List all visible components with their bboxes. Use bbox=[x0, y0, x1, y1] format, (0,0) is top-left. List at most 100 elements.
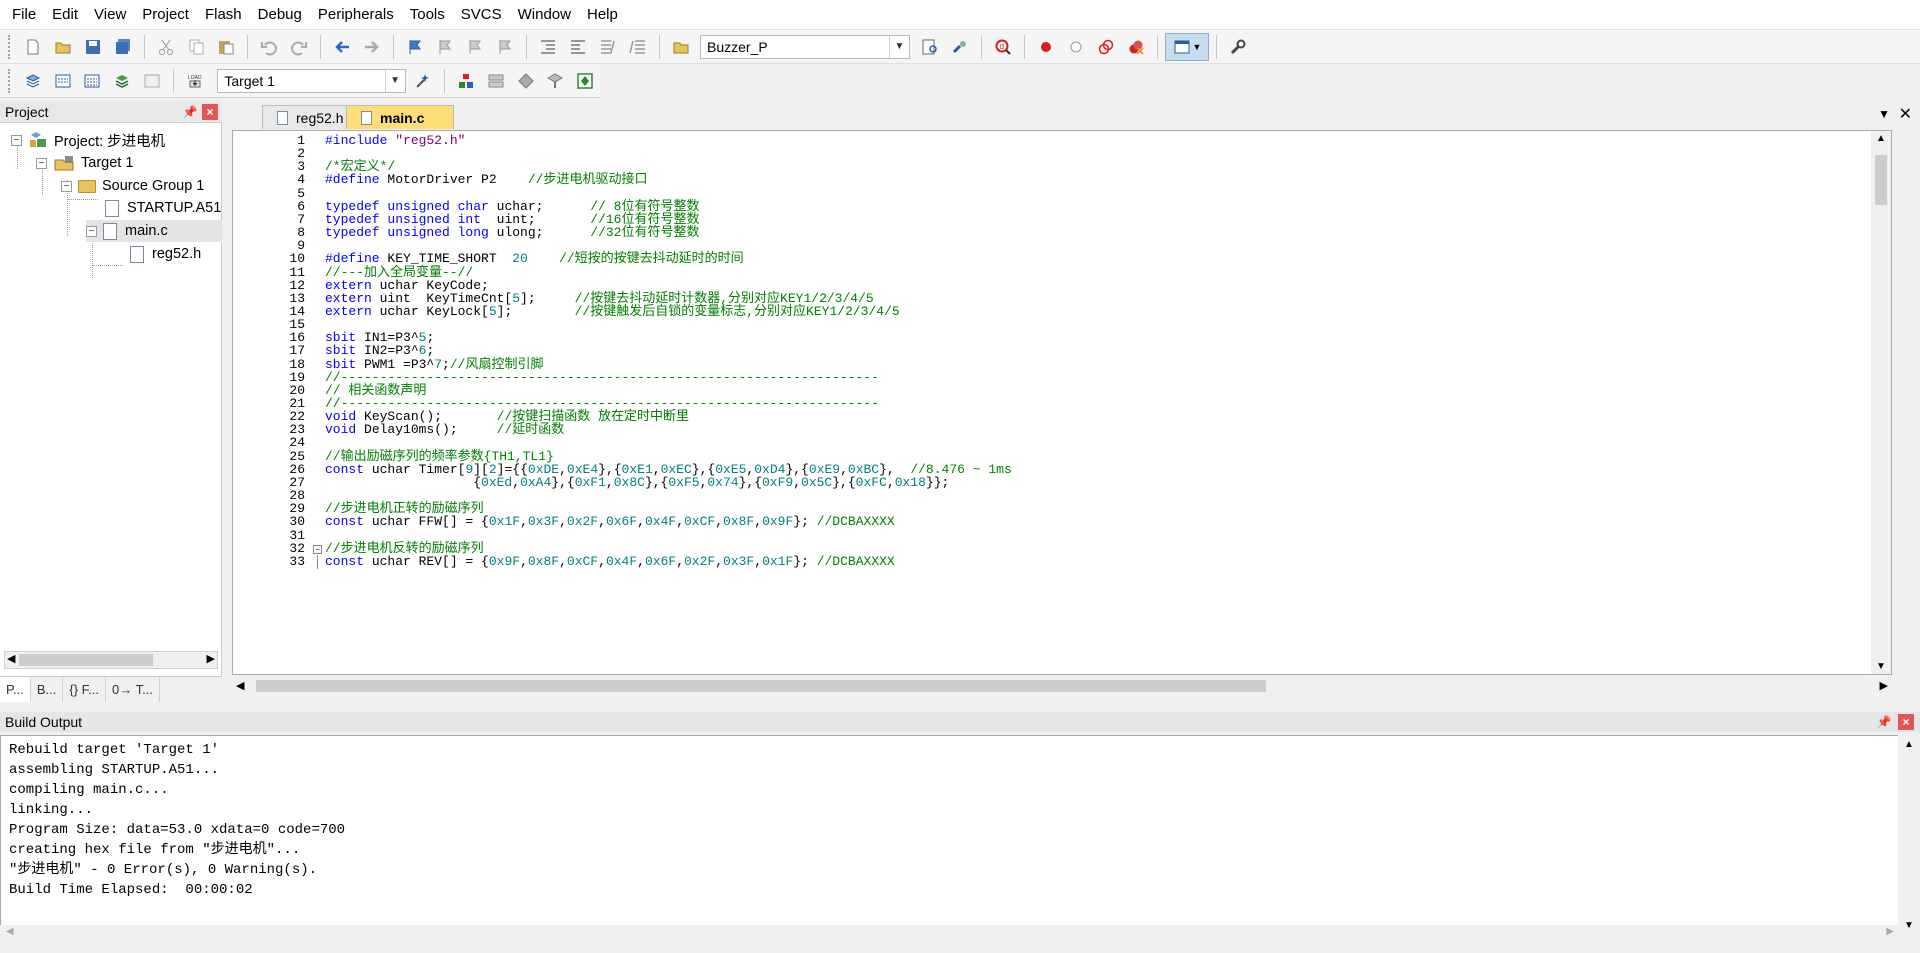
code-line[interactable]: void KeyScan(); //按键扫描函数 放在定时中断里 bbox=[325, 410, 689, 423]
code-line[interactable]: extern uchar KeyCode; bbox=[325, 279, 489, 292]
indent-icon[interactable] bbox=[534, 33, 562, 61]
fold-icon[interactable]: − bbox=[313, 545, 322, 554]
tab-functions[interactable]: {} F... bbox=[63, 677, 106, 702]
scroll-up-icon[interactable]: ▲ bbox=[1876, 133, 1886, 144]
menu-help[interactable]: Help bbox=[579, 0, 626, 30]
pin-icon[interactable]: 📌 bbox=[182, 104, 198, 120]
next-bookmark-icon[interactable] bbox=[461, 33, 489, 61]
uncomment-icon[interactable] bbox=[624, 33, 652, 61]
find-in-files-icon[interactable] bbox=[667, 33, 695, 61]
tree-item-target[interactable]: − Target 1 bbox=[36, 152, 133, 174]
open-folder-icon[interactable] bbox=[49, 33, 77, 61]
kill-all-breakpoints-icon[interactable] bbox=[1122, 33, 1150, 61]
code-line[interactable]: {0xEd,0xA4},{0xF1,0x8C},{0xF5,0x74},{0xF… bbox=[325, 476, 949, 489]
save-icon[interactable] bbox=[79, 33, 107, 61]
code-line[interactable]: const uchar FFW[] = {0x1F,0x3F,0x2F,0x6F… bbox=[325, 515, 895, 528]
menu-tools[interactable]: Tools bbox=[402, 0, 453, 30]
collapse-icon[interactable]: − bbox=[36, 157, 47, 169]
bookmark-icon[interactable] bbox=[401, 33, 429, 61]
code-line[interactable]: sbit IN2=P3^6; bbox=[325, 344, 434, 357]
batch-build-icon[interactable] bbox=[108, 67, 136, 95]
menu-svcs[interactable]: SVCS bbox=[453, 0, 510, 30]
code-line[interactable]: //步进电机正转的励磁序列 bbox=[325, 502, 484, 515]
tab-books[interactable]: B... bbox=[31, 677, 64, 702]
disable-all-breakpoints-icon[interactable] bbox=[1092, 33, 1120, 61]
tab-list-icon[interactable]: ▼ bbox=[1878, 107, 1890, 121]
unindent-icon[interactable] bbox=[564, 33, 592, 61]
comment-icon[interactable] bbox=[594, 33, 622, 61]
toolbar-grip[interactable] bbox=[8, 68, 12, 93]
code-line[interactable]: //步进电机反转的励磁序列 bbox=[325, 542, 484, 555]
chevron-down-icon[interactable]: ▼ bbox=[384, 69, 405, 92]
rebuild-icon[interactable] bbox=[78, 67, 106, 95]
navigate-forward-icon[interactable] bbox=[358, 33, 386, 61]
collapse-icon[interactable]: − bbox=[61, 180, 72, 192]
scroll-thumb[interactable] bbox=[1875, 155, 1887, 205]
menu-edit[interactable]: Edit bbox=[44, 0, 86, 30]
collapse-icon[interactable]: − bbox=[11, 134, 22, 146]
build-hscrollbar[interactable]: ◀ ▶ bbox=[0, 925, 1900, 943]
target-options-icon[interactable] bbox=[410, 67, 438, 95]
collapse-icon[interactable]: − bbox=[86, 225, 97, 237]
close-icon[interactable]: × bbox=[202, 103, 218, 120]
close-icon[interactable]: ✕ bbox=[1899, 104, 1912, 124]
find-combo[interactable]: Buzzer_P ▼ bbox=[700, 34, 910, 59]
tab-project[interactable]: P... bbox=[0, 677, 31, 702]
chevron-down-icon[interactable]: ▼ bbox=[889, 35, 909, 58]
code-line[interactable]: #define KEY_TIME_SHORT 20 //短按的按键去抖动延时的时… bbox=[325, 252, 744, 265]
manage-project-items-icon[interactable] bbox=[452, 67, 480, 95]
code-line[interactable]: #include "reg52.h" bbox=[325, 134, 465, 147]
disable-breakpoint-icon[interactable] bbox=[1062, 33, 1090, 61]
download-icon[interactable]: LOAD bbox=[181, 67, 209, 95]
menu-project[interactable]: Project bbox=[134, 0, 197, 30]
stop-build-icon[interactable] bbox=[138, 67, 166, 95]
incremental-find-icon[interactable] bbox=[916, 33, 944, 61]
tab-main[interactable]: main.c bbox=[346, 105, 454, 129]
code-line[interactable]: //输出励磁序列的频率参数{TH1,TL1} bbox=[325, 450, 554, 463]
copy-icon[interactable] bbox=[182, 33, 210, 61]
scroll-left-icon[interactable]: ◀ bbox=[7, 652, 15, 665]
target-select[interactable]: Target 1 ▼ bbox=[217, 68, 406, 93]
tree-item-group[interactable]: − Source Group 1 bbox=[61, 175, 204, 197]
menu-file[interactable]: File bbox=[4, 0, 44, 30]
scroll-left-icon[interactable]: ◀ bbox=[236, 679, 244, 692]
menu-view[interactable]: View bbox=[86, 0, 134, 30]
menu-peripherals[interactable]: Peripherals bbox=[310, 0, 402, 30]
debug-session-icon[interactable]: d bbox=[989, 33, 1017, 61]
code-line[interactable]: typedef unsigned long ulong; //32位有符号整数 bbox=[325, 226, 699, 239]
build-output-text[interactable]: Rebuild target 'Target 1' assembling STAR… bbox=[0, 735, 1900, 935]
menu-flash[interactable]: Flash bbox=[197, 0, 250, 30]
project-hscrollbar[interactable]: ◀ ▶ bbox=[4, 651, 218, 669]
clear-bookmarks-icon[interactable] bbox=[491, 33, 519, 61]
build-icon[interactable] bbox=[49, 67, 77, 95]
component-manager-icon[interactable] bbox=[571, 67, 599, 95]
redo-icon[interactable] bbox=[285, 33, 313, 61]
code-line[interactable]: void Delay10ms(); //延时函数 bbox=[325, 423, 564, 436]
close-icon[interactable]: × bbox=[1898, 714, 1914, 730]
code-line[interactable]: const uchar REV[] = {0x9F,0x8F,0xCF,0x4F… bbox=[325, 555, 895, 568]
editor-hscrollbar[interactable]: ◀ ▶ bbox=[232, 676, 1892, 696]
scroll-thumb[interactable] bbox=[256, 680, 1266, 692]
scroll-down-icon[interactable]: ▼ bbox=[1876, 661, 1886, 672]
tree-item-include[interactable]: reg52.h bbox=[130, 243, 201, 265]
tree-item-project[interactable]: − Project: 步进电机 bbox=[11, 129, 165, 151]
editor-vscrollbar[interactable]: ▲ ▼ bbox=[1871, 131, 1891, 674]
code-line[interactable]: extern uchar KeyLock[5]; //按键触发后自锁的变量标志,… bbox=[325, 305, 900, 318]
code-line[interactable]: //--------------------------------------… bbox=[325, 371, 879, 384]
breakpoint-icon[interactable] bbox=[1032, 33, 1060, 61]
new-file-icon[interactable] bbox=[19, 33, 47, 61]
tree-item-file-selected[interactable]: − main.c bbox=[86, 220, 222, 242]
navigate-back-icon[interactable] bbox=[328, 33, 356, 61]
pin-icon[interactable]: 📌 bbox=[1876, 714, 1892, 730]
code-line[interactable]: #define MotorDriver P2 //步进电机驱动接口 bbox=[325, 173, 647, 186]
save-all-icon[interactable] bbox=[109, 33, 137, 61]
scroll-right-icon[interactable]: ▶ bbox=[207, 652, 215, 665]
find-replace-icon[interactable] bbox=[946, 33, 974, 61]
prev-bookmark-icon[interactable] bbox=[431, 33, 459, 61]
scroll-right-icon[interactable]: ▶ bbox=[1880, 679, 1888, 692]
cut-icon[interactable] bbox=[152, 33, 180, 61]
toolbar-grip[interactable] bbox=[8, 34, 12, 59]
tab-templates[interactable]: 0→ T... bbox=[106, 677, 160, 702]
scroll-thumb[interactable] bbox=[19, 654, 153, 666]
pack-installer-icon[interactable] bbox=[542, 67, 570, 95]
